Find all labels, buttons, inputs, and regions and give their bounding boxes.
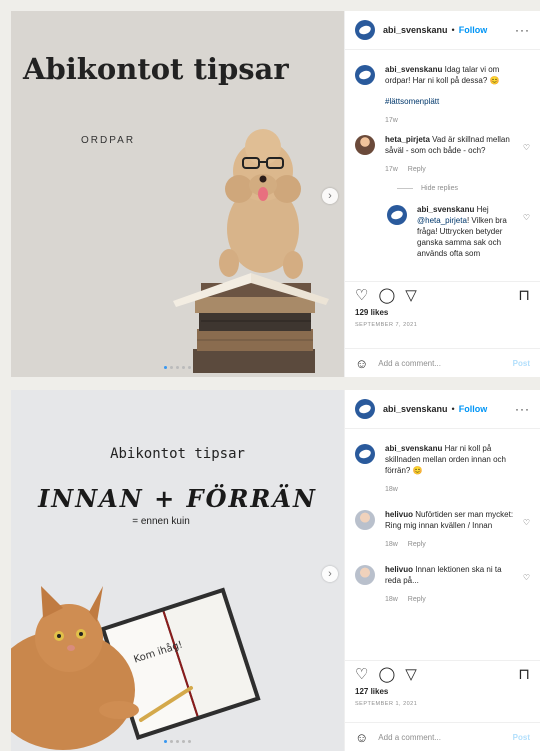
avatar[interactable] — [355, 444, 375, 464]
emoji-icon[interactable]: ☺ — [355, 730, 368, 745]
more-options-icon[interactable]: ··· — [515, 23, 530, 37]
reply-button[interactable]: Reply — [408, 596, 426, 603]
reply-item: abi_svenskanu Hej @heta_pirjeta! Vilken … — [387, 204, 530, 259]
add-comment-input[interactable]: Add a comment... — [378, 359, 441, 368]
post-image[interactable]: Abikontot tipsar INNAN + FÖRRÄN = ennen … — [11, 390, 344, 751]
reply-button[interactable]: Reply — [408, 541, 426, 548]
post-2: Abikontot tipsar INNAN + FÖRRÄN = ennen … — [11, 390, 540, 751]
avatar[interactable] — [387, 205, 407, 225]
caption: abi_svenskanu Idag talar vi om ordpar! H… — [355, 64, 530, 126]
post-actions: ♡ ◯ ▽ ⊓ 127 likes SEPTEMBER 1, 2021 — [345, 660, 540, 707]
next-image-button[interactable]: › — [322, 188, 338, 204]
comment-age: 17w — [385, 166, 398, 173]
add-comment-bar: ☺ Add a comment... Post — [345, 348, 540, 377]
post-comment-button[interactable]: Post — [513, 359, 530, 368]
post-actions: ♡ ◯ ▽ ⊓ 129 likes SEPTEMBER 7, 2021 — [345, 281, 540, 328]
carousel-dots — [11, 740, 344, 743]
caption: abi_svenskanu Har ni koll på skillnaden … — [355, 443, 530, 495]
carousel-dots — [11, 366, 344, 369]
post-header: abi_svenskanu • Follow ··· — [345, 11, 540, 50]
like-comment-icon[interactable]: ♡ — [523, 517, 530, 528]
hide-replies-button[interactable]: Hide replies — [397, 183, 530, 194]
follow-button[interactable]: Follow — [459, 404, 488, 414]
more-options-icon[interactable]: ··· — [515, 402, 530, 416]
save-bookmark-icon[interactable]: ⊓ — [518, 286, 530, 304]
comment-age: 18w — [385, 596, 398, 603]
post-comment-button[interactable]: Post — [513, 733, 530, 742]
avatar[interactable] — [355, 399, 375, 419]
post-1: Abikontot tipsar ORDPAR › abi_svenskanu … — [11, 11, 540, 377]
like-comment-icon[interactable]: ♡ — [523, 142, 530, 153]
like-comment-icon[interactable]: ♡ — [523, 212, 530, 223]
separator: • — [451, 25, 455, 35]
post-side-panel: abi_svenskanu • Follow ··· abi_svenskanu… — [344, 11, 540, 377]
avatar[interactable] — [355, 510, 375, 530]
likes-count[interactable]: 129 likes — [355, 308, 530, 317]
caption-age: 18w — [385, 486, 398, 493]
username-link[interactable]: abi_svenskanu — [383, 404, 448, 414]
post-image[interactable]: Abikontot tipsar ORDPAR › — [11, 11, 344, 377]
comment-item: heta_pirjeta Vad är skillnad mellan såvä… — [355, 134, 530, 175]
follow-button[interactable]: Follow — [459, 25, 488, 35]
comment-username[interactable]: helivuo — [385, 510, 413, 519]
reply-username[interactable]: abi_svenskanu — [417, 205, 474, 214]
share-send-icon[interactable]: ▽ — [405, 286, 417, 304]
add-comment-input[interactable]: Add a comment... — [378, 733, 441, 742]
caption-username[interactable]: abi_svenskanu — [385, 444, 442, 453]
emoji-icon[interactable]: ☺ — [355, 356, 368, 371]
mention-link[interactable]: @heta_pirjeta — [417, 216, 467, 225]
next-image-button[interactable]: › — [322, 566, 338, 582]
separator: • — [451, 404, 455, 414]
like-comment-icon[interactable]: ♡ — [523, 572, 530, 583]
comment-item: helivuo Nuförtiden ser man mycket: Ring … — [355, 509, 530, 550]
username-link[interactable]: abi_svenskanu — [383, 25, 448, 35]
comment-age: 18w — [385, 541, 398, 548]
caption-age: 17w — [385, 117, 398, 124]
post-date: SEPTEMBER 1, 2021 — [355, 701, 418, 707]
reply-text-start: Hej — [476, 205, 489, 214]
avatar[interactable] — [355, 565, 375, 585]
comment-bubble-icon[interactable]: ◯ — [378, 286, 395, 304]
avatar[interactable] — [355, 135, 375, 155]
likes-count[interactable]: 127 likes — [355, 687, 530, 696]
share-send-icon[interactable]: ▽ — [405, 665, 417, 683]
caption-username[interactable]: abi_svenskanu — [385, 65, 442, 74]
comment-item: helivuo Innan lektionen ska ni ta reda p… — [355, 564, 530, 605]
comment-username[interactable]: heta_pirjeta — [385, 135, 430, 144]
save-bookmark-icon[interactable]: ⊓ — [518, 665, 530, 683]
post-side-panel: abi_svenskanu • Follow ··· abi_svenskanu… — [344, 390, 540, 751]
like-heart-icon[interactable]: ♡ — [355, 665, 368, 683]
dog-with-books-illustration — [173, 129, 329, 373]
comments-list[interactable]: abi_svenskanu Idag talar vi om ordpar! H… — [345, 50, 540, 288]
comment-username[interactable]: helivuo — [385, 565, 413, 574]
post-date: SEPTEMBER 7, 2021 — [355, 322, 418, 328]
cat-with-notebook-illustration: Kom ihåg! — [11, 586, 261, 750]
comment-bubble-icon[interactable]: ◯ — [378, 665, 395, 683]
reply-button[interactable]: Reply — [408, 166, 426, 173]
avatar[interactable] — [355, 20, 375, 40]
post-header: abi_svenskanu • Follow ··· — [345, 390, 540, 429]
add-comment-bar: ☺ Add a comment... Post — [345, 722, 540, 751]
avatar[interactable] — [355, 65, 375, 85]
comments-list[interactable]: abi_svenskanu Har ni koll på skillnaden … — [345, 429, 540, 665]
like-heart-icon[interactable]: ♡ — [355, 286, 368, 304]
hashtag-link[interactable]: #lättsomenplätt — [385, 96, 518, 107]
